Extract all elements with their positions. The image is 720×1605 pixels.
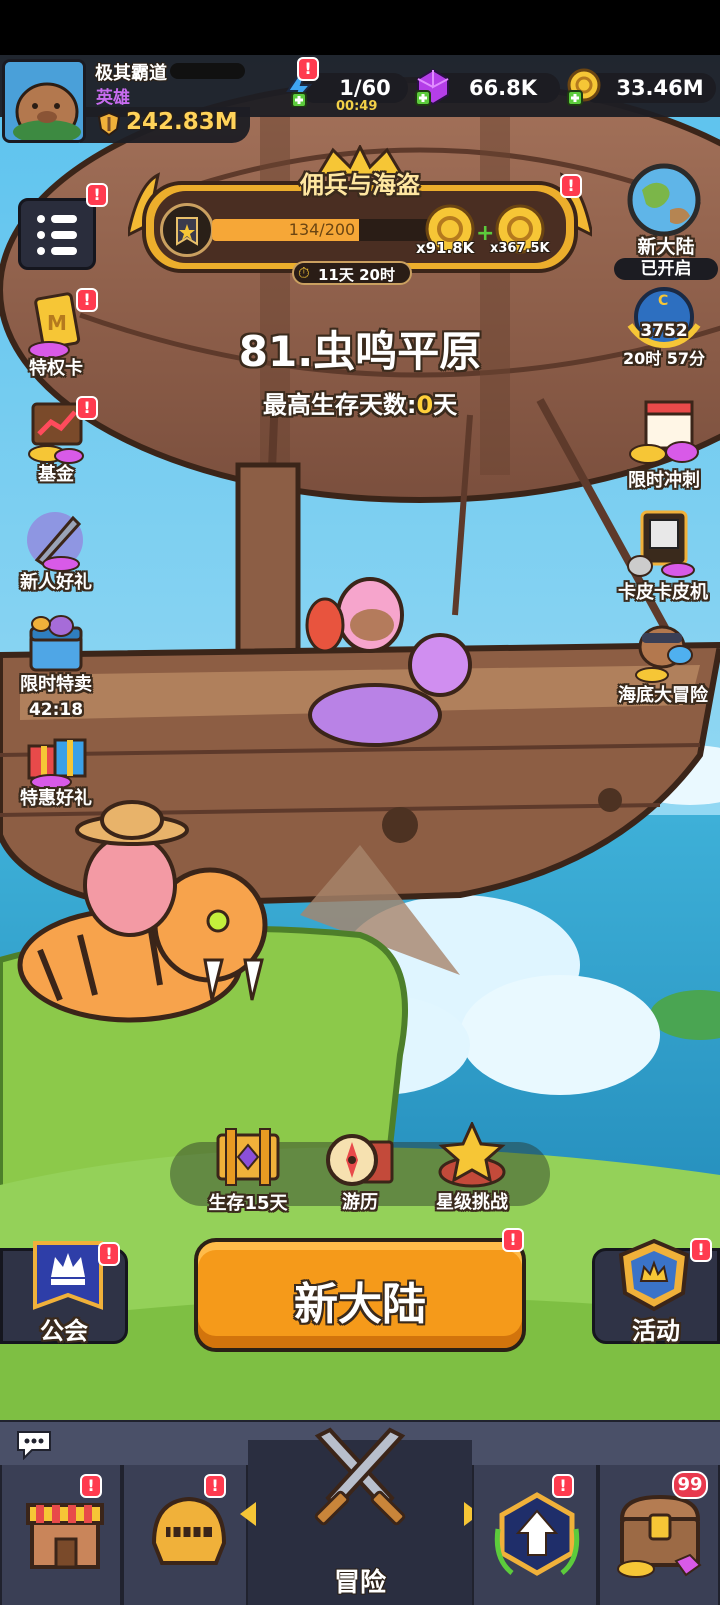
quick-action-label: 星级挑战 [436, 1192, 508, 1213]
player-name: 极其霸道 [95, 63, 167, 84]
crossed-swords-icon [314, 1427, 406, 1526]
capybara-avatar-icon [5, 62, 83, 140]
energy-timer: 00:49 [336, 99, 378, 114]
main-menu-button[interactable] [18, 198, 96, 270]
right-menu-rank[interactable]: C 3752 20时 57分 [612, 285, 716, 368]
activity-crest-icon [618, 1238, 690, 1312]
quick-action-travel[interactable]: 游历 [310, 1130, 410, 1215]
chest-count-badge: 99 [672, 1471, 708, 1499]
event-timer-pill: ⏱ 11天 20时 [292, 261, 412, 285]
header-bar: 极其霸道 英雄 242.83M 1/60 00:49 ! 66.8K 33.46… [0, 55, 720, 145]
right-menu-time-sprint[interactable]: 限时冲刺 [612, 396, 716, 496]
shop-icon [26, 1503, 104, 1569]
capy-machine-label: 卡皮卡皮机 [618, 582, 708, 603]
flash-sale-timer: 42:18 [28, 700, 84, 720]
left-menu-flash-sale[interactable]: 限时特卖 42:18 [6, 612, 106, 722]
reward-amount-2: x367.5K [490, 241, 550, 256]
event-progress-text: 134/200 [288, 220, 356, 239]
gem-icon [414, 67, 452, 107]
quick-action-survival[interactable]: 生存15天 [198, 1125, 298, 1215]
left-menu-special-gift[interactable]: 特惠好礼 [6, 722, 106, 832]
activity-alert-badge: ! [690, 1238, 712, 1262]
rank-timer: 20时 57分 [622, 349, 706, 368]
menu-alert-badge: ! [86, 183, 108, 207]
coins-value: 33.46M [616, 76, 704, 100]
svg-text:M: M [47, 311, 67, 335]
globe-icon [627, 163, 701, 237]
survival-gate-icon [216, 1128, 280, 1186]
special-gift-box-icon [27, 738, 87, 790]
nav-equipment[interactable] [122, 1465, 248, 1605]
reward-amount-1: x91.8K [416, 239, 475, 257]
shop-alert-badge: ! [80, 1474, 102, 1498]
left-arrow-icon [240, 1502, 256, 1526]
player-name-bar [170, 63, 245, 79]
newbie-gift-sword-icon [27, 512, 83, 572]
privilege-alert-badge: ! [76, 288, 98, 312]
left-menu-label: 新人好礼 [20, 572, 92, 593]
time-sprint-label: 限时冲刺 [628, 470, 700, 491]
chat-bubble-icon [14, 1428, 54, 1461]
quick-action-label: 生存15天 [208, 1193, 288, 1214]
activity-label: 活动 [632, 1317, 680, 1345]
clock-icon: ⏱ [298, 264, 310, 282]
start-alert-badge: ! [502, 1228, 524, 1252]
quick-action-star-challenge[interactable]: 星级挑战 [422, 1122, 522, 1215]
activity-button[interactable]: 活动 [592, 1238, 720, 1345]
start-new-continent-button[interactable]: 新大陆 [194, 1238, 526, 1352]
quick-action-label: 游历 [342, 1192, 378, 1213]
svg-text:C: C [658, 293, 668, 309]
nav-adventure[interactable]: 冒险 [240, 1427, 480, 1605]
top-black-bar [0, 0, 720, 55]
left-menu-label: 限时特卖 [20, 674, 92, 695]
compass-icon [326, 1134, 394, 1186]
equipment-alert-badge: ! [204, 1474, 226, 1498]
list-menu-icon [37, 215, 77, 255]
right-menu-deep-sea[interactable]: 海底大冒险 [606, 615, 720, 715]
best-survival-label: 最高生存天数: [262, 391, 417, 419]
upgrade-arrow-icon [494, 1492, 580, 1576]
energy-alert-badge: ! [297, 57, 319, 81]
left-menu-newbie-gift[interactable]: 新人好礼 [6, 506, 106, 616]
power-value: 242.83M [126, 109, 238, 135]
new-continent-status: 已开启 [614, 258, 718, 280]
fund-alert-badge: ! [76, 396, 98, 420]
event-emblem-icon [160, 203, 214, 257]
event-alert-badge: ! [560, 174, 582, 198]
best-survival-value: 0 [416, 391, 434, 419]
coin-icon [566, 67, 604, 107]
event-timer: 11天 20时 [318, 266, 395, 284]
rank-value: 3752 [640, 321, 688, 341]
upgrade-alert-badge: ! [552, 1474, 574, 1498]
guild-alert-badge: ! [98, 1242, 120, 1266]
deep-sea-label: 海底大冒险 [618, 685, 708, 706]
left-menu-label: 特权卡 [29, 358, 83, 379]
player-avatar[interactable] [2, 59, 86, 143]
left-menu-label: 特惠好礼 [20, 788, 92, 809]
nav-treasure[interactable]: 99 [598, 1465, 720, 1605]
slot-machine-icon [627, 510, 695, 578]
treasure-chest-icon [617, 1494, 702, 1578]
energy-value: 1/60 [339, 76, 391, 100]
calendar-icon [629, 400, 699, 464]
nav-adventure-label: 冒险 [333, 1568, 386, 1598]
left-menu-label: 基金 [38, 464, 74, 485]
power-icon [96, 111, 122, 137]
new-continent-label: 新大陆 [637, 236, 695, 258]
nav-upgrade[interactable] [472, 1465, 598, 1605]
player-title: 英雄 [96, 88, 130, 108]
best-survival-unit: 天 [433, 391, 458, 419]
guild-label: 公会 [40, 1317, 88, 1345]
event-title: 佣兵与海盗 [300, 171, 420, 199]
event-banner[interactable]: 佣兵与海盗 134/200 + x91.8K x367.5K ⏱ 11天 20时 [125, 143, 595, 285]
gems-value: 66.8K [468, 76, 538, 100]
nav-shop[interactable] [0, 1465, 122, 1605]
star-trophy-icon [438, 1122, 506, 1188]
start-button-label: 新大陆 [294, 1279, 426, 1330]
right-menu-capy-machine[interactable]: 卡皮卡皮机 [606, 508, 720, 608]
right-menu-new-continent[interactable]: 新大陆 已开启 [612, 160, 720, 280]
helmet-icon [151, 1496, 227, 1565]
diver-capybara-icon [635, 625, 693, 683]
